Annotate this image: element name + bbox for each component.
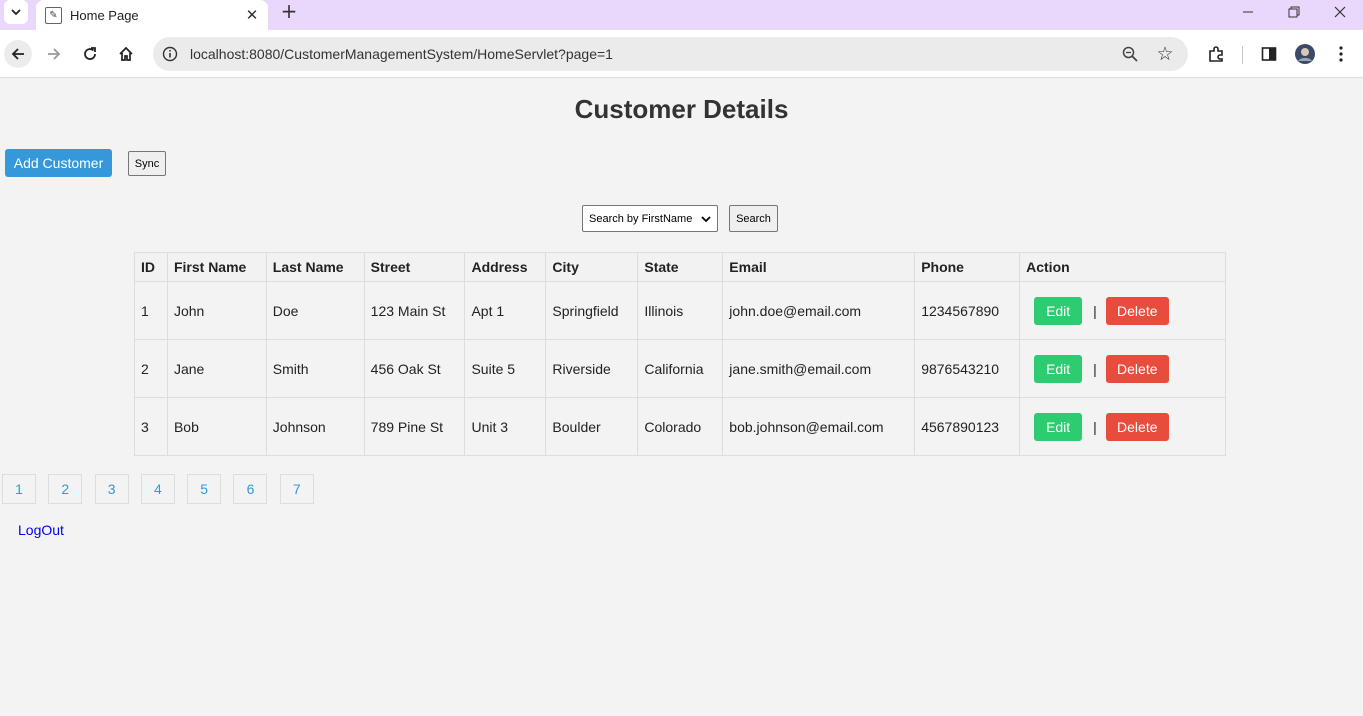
cell-address: Suite 5 xyxy=(464,339,547,398)
cell-email: jane.smith@email.com xyxy=(722,339,916,398)
side-panel-icon[interactable] xyxy=(1255,40,1283,68)
cell-action: Edit | Delete xyxy=(1019,397,1226,456)
delete-button[interactable]: Delete xyxy=(1105,412,1169,441)
cell-email: john.doe@email.com xyxy=(722,281,916,340)
cell-address: Unit 3 xyxy=(464,397,547,456)
cell-first-name: Jane xyxy=(166,339,267,398)
column-header-first-name: First Name xyxy=(166,252,267,282)
cell-last-name: Smith xyxy=(265,339,365,398)
page-link-4[interactable]: 4 xyxy=(140,474,175,504)
column-header-state: State xyxy=(637,252,724,282)
cell-phone: 9876543210 xyxy=(914,339,1021,398)
browser-toolbar: localhost:8080/CustomerManagementSystem/… xyxy=(0,30,1363,78)
site-info-icon[interactable] xyxy=(161,45,179,63)
cell-id: 1 xyxy=(134,281,168,340)
pagination: 1 2 3 4 5 6 7 xyxy=(2,474,326,504)
page-link-7[interactable]: 7 xyxy=(279,474,314,504)
delete-button[interactable]: Delete xyxy=(1105,354,1169,383)
minimize-icon[interactable] xyxy=(1225,0,1271,24)
close-icon[interactable]: ✕ xyxy=(243,6,261,24)
reload-icon[interactable] xyxy=(76,40,104,68)
page-link-5[interactable]: 5 xyxy=(187,474,222,504)
cell-last-name: Johnson xyxy=(265,397,365,456)
column-header-address: Address xyxy=(464,252,547,282)
cell-city: Riverside xyxy=(545,339,639,398)
search-select[interactable]: Search by FirstName xyxy=(582,205,718,232)
column-header-email: Email xyxy=(722,252,916,282)
action-separator: | xyxy=(1093,418,1097,435)
column-header-last-name: Last Name xyxy=(265,252,365,282)
cell-street: 789 Pine St xyxy=(363,397,466,456)
cell-phone: 4567890123 xyxy=(914,397,1021,456)
page-link-3[interactable]: 3 xyxy=(94,474,129,504)
cell-city: Springfield xyxy=(545,281,639,340)
chevron-down-icon xyxy=(701,215,711,222)
forward-icon[interactable] xyxy=(40,40,68,68)
add-customer-button[interactable]: Add Customer xyxy=(5,149,112,177)
table-row: 1 John Doe 123 Main St Apt 1 Springfield… xyxy=(134,281,1226,340)
tab-strip: ✎ Home Page ✕ + xyxy=(0,0,1363,30)
cell-email: bob.johnson@email.com xyxy=(722,397,916,456)
cell-first-name: Bob xyxy=(166,397,267,456)
url-text[interactable]: localhost:8080/CustomerManagementSystem/… xyxy=(190,46,613,62)
column-header-phone: Phone xyxy=(914,252,1021,282)
home-icon[interactable] xyxy=(112,40,140,68)
column-header-id: ID xyxy=(134,252,168,282)
action-separator: | xyxy=(1093,360,1097,377)
zoom-icon[interactable] xyxy=(1121,45,1139,63)
page-link-6[interactable]: 6 xyxy=(233,474,268,504)
edit-button[interactable]: Edit xyxy=(1034,296,1083,325)
cell-last-name: Doe xyxy=(265,281,365,340)
page-link-2[interactable]: 2 xyxy=(48,474,83,504)
logout-link[interactable]: LogOut xyxy=(18,522,64,538)
page-title: Customer Details xyxy=(574,94,789,124)
new-tab-icon[interactable]: + xyxy=(279,1,299,21)
cell-city: Boulder xyxy=(545,397,639,456)
table-header-row: ID First Name Last Name Street Address C… xyxy=(134,252,1226,282)
browser-tab[interactable]: ✎ Home Page ✕ xyxy=(36,0,268,30)
column-header-city: City xyxy=(545,252,639,282)
cell-state: Illinois xyxy=(637,281,724,340)
bookmark-star-icon[interactable]: ☆ xyxy=(1154,43,1176,65)
sync-button[interactable]: Sync xyxy=(128,151,166,176)
cell-id: 3 xyxy=(134,397,168,456)
edit-button[interactable]: Edit xyxy=(1034,354,1083,383)
tab-search-icon[interactable] xyxy=(4,0,28,24)
cell-street: 456 Oak St xyxy=(363,339,466,398)
cell-action: Edit | Delete xyxy=(1019,339,1226,398)
column-header-street: Street xyxy=(363,252,466,282)
cell-state: California xyxy=(637,339,724,398)
edit-button[interactable]: Edit xyxy=(1034,412,1083,441)
search-button[interactable]: Search xyxy=(729,205,778,232)
cell-first-name: John xyxy=(166,281,267,340)
column-header-action: Action xyxy=(1019,252,1226,282)
tab-title: Home Page xyxy=(70,7,139,23)
restore-icon[interactable] xyxy=(1271,0,1317,24)
window-close-icon[interactable] xyxy=(1317,0,1363,24)
search-select-value: Search by FirstName xyxy=(589,212,693,225)
favicon-icon: ✎ xyxy=(45,6,62,24)
cell-street: 123 Main St xyxy=(363,281,466,340)
extensions-icon[interactable] xyxy=(1202,40,1230,68)
page-link-1[interactable]: 1 xyxy=(2,474,36,504)
profile-avatar[interactable] xyxy=(1291,40,1319,68)
address-bar[interactable]: localhost:8080/CustomerManagementSystem/… xyxy=(153,37,1188,71)
cell-phone: 1234567890 xyxy=(914,281,1021,340)
toolbar-divider xyxy=(1242,46,1243,64)
cell-state: Colorado xyxy=(637,397,724,456)
table-row: 2 Jane Smith 456 Oak St Suite 5 Riversid… xyxy=(134,339,1226,398)
more-menu-icon[interactable] xyxy=(1327,40,1355,68)
delete-button[interactable]: Delete xyxy=(1105,296,1169,325)
cell-id: 2 xyxy=(134,339,168,398)
cell-action: Edit | Delete xyxy=(1019,281,1226,340)
back-icon[interactable] xyxy=(4,40,32,68)
cell-address: Apt 1 xyxy=(464,281,547,340)
table-row: 3 Bob Johnson 789 Pine St Unit 3 Boulder… xyxy=(134,397,1226,456)
action-separator: | xyxy=(1093,302,1097,319)
customer-table: ID First Name Last Name Street Address C… xyxy=(134,252,1226,456)
